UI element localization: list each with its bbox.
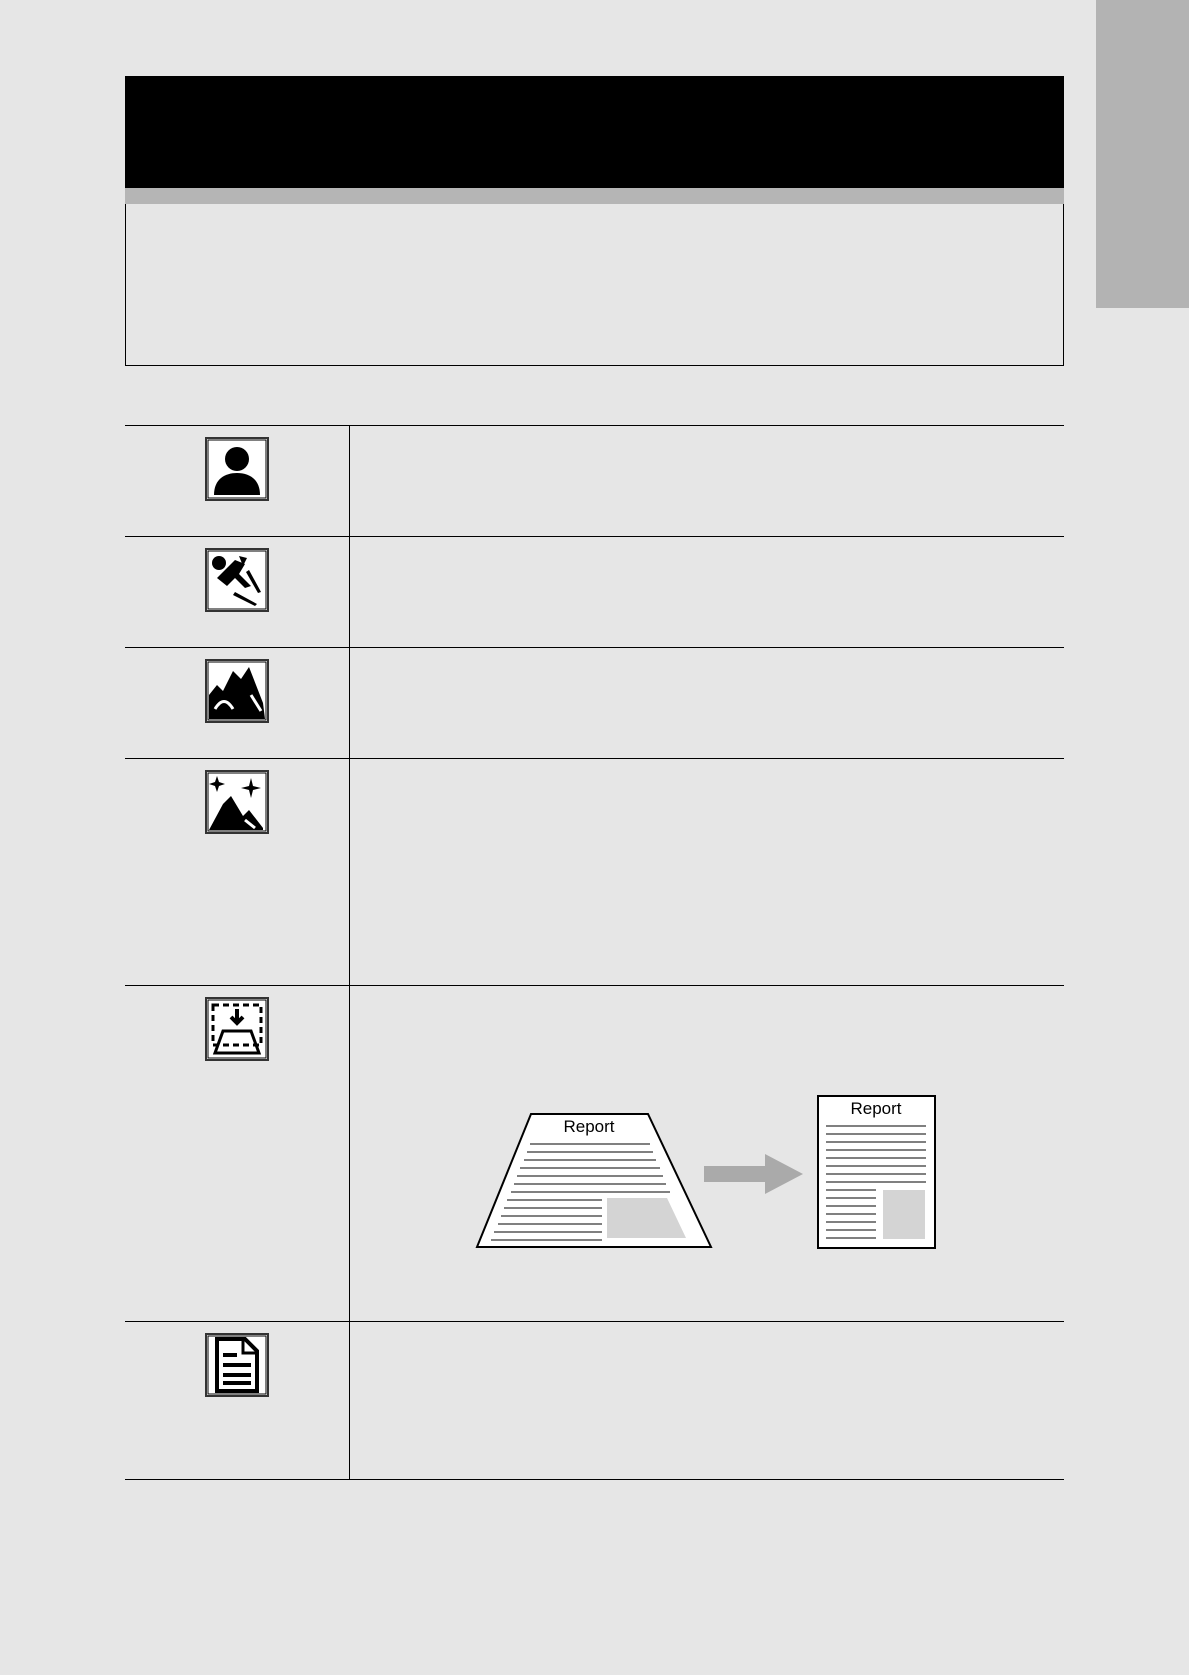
side-tab: [1096, 0, 1189, 308]
intro-box: [125, 204, 1064, 366]
icon-cell: [125, 426, 350, 536]
icon-cell: [125, 537, 350, 647]
landscape-icon: [205, 659, 269, 723]
header-stripe: [125, 188, 1064, 204]
table-row: Report Report: [125, 986, 1064, 1322]
before-label: Report: [563, 1117, 614, 1136]
table-row: [125, 426, 1064, 537]
skewed-document: Report: [475, 1113, 713, 1248]
icon-cell: [125, 648, 350, 758]
description-cell: [350, 537, 1064, 647]
page-header: [125, 76, 1064, 188]
description-cell: [350, 426, 1064, 536]
scene-mode-table: Report Report: [125, 425, 1064, 1480]
table-row: [125, 759, 1064, 986]
icon-cell: [125, 986, 350, 1321]
icon-cell: [125, 759, 350, 985]
keystone-correction-icon: [205, 997, 269, 1061]
night-landscape-icon: [205, 770, 269, 834]
table-row: [125, 537, 1064, 648]
keystone-illustration: Report Report: [475, 1095, 936, 1249]
description-cell: Report Report: [350, 986, 1064, 1321]
description-cell: [350, 648, 1064, 758]
after-label: Report: [850, 1099, 901, 1118]
description-cell: [350, 759, 1064, 985]
table-row: [125, 1322, 1064, 1479]
table-row: [125, 648, 1064, 759]
icon-cell: [125, 1322, 350, 1479]
document-icon: [205, 1333, 269, 1397]
portrait-icon: [205, 437, 269, 501]
description-cell: [350, 1322, 1064, 1479]
arrow-icon: [704, 1154, 803, 1194]
sports-icon: [205, 548, 269, 612]
corrected-document: Report: [817, 1095, 936, 1249]
